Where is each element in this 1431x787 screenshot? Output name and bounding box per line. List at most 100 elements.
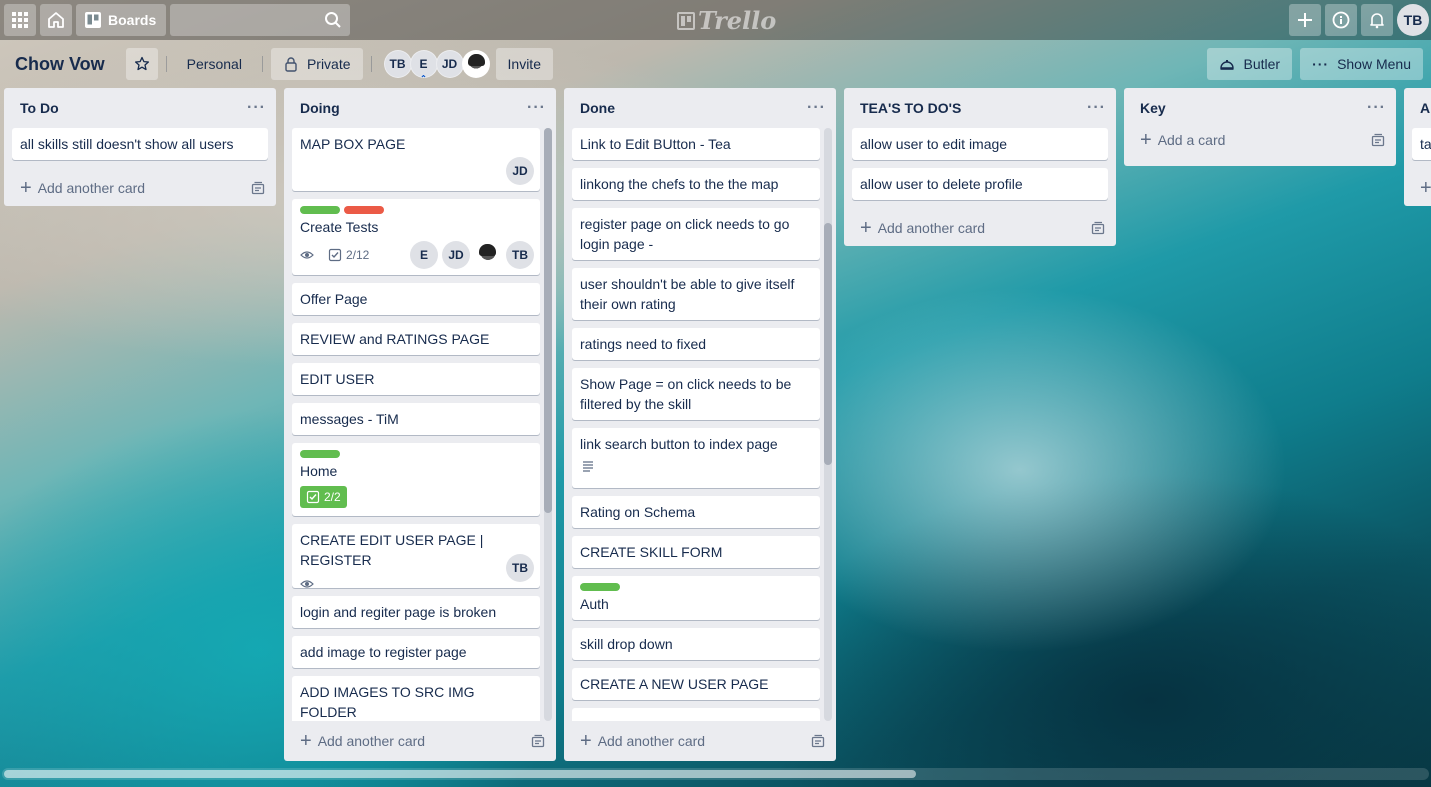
card[interactable]: CREATE EDIT USER PAGE | REGISTER TB <box>292 524 540 588</box>
member-avatar[interactable]: TB <box>383 50 412 78</box>
card-container: MAP BOX PAGE JD Create Tests 2/12 E JD T… <box>284 128 556 721</box>
member-photo-avatar[interactable] <box>461 50 490 78</box>
invite-button[interactable]: Invite <box>495 48 553 80</box>
list-title[interactable]: TEA'S TO DO'S <box>860 100 961 116</box>
boards-button[interactable]: Boards <box>76 4 167 36</box>
member-avatar[interactable]: TB <box>506 554 534 582</box>
trello-logo-icon <box>677 11 695 30</box>
visibility-button[interactable]: Private <box>270 48 363 80</box>
card[interactable]: ta <box>1412 128 1431 160</box>
add-card-row[interactable]: + Add another card <box>844 208 1116 246</box>
card-title: EDIT USER <box>300 371 375 387</box>
member-avatar[interactable]: TB <box>506 241 534 269</box>
member-avatar[interactable]: JD <box>442 241 470 269</box>
add-card-row[interactable]: + Add another card <box>564 721 836 761</box>
list-header[interactable]: Key ··· <box>1124 88 1396 128</box>
card[interactable]: Show Page = on click needs to be filtere… <box>572 368 820 420</box>
card[interactable]: Create Tests 2/12 E JD TB <box>292 199 540 275</box>
add-card-row[interactable]: + <box>1404 168 1431 206</box>
card[interactable]: ratings need to fixed <box>572 328 820 360</box>
card[interactable]: ADD IMAGES TO SRC IMG FOLDER <box>292 676 540 721</box>
member-avatar[interactable]: E <box>410 241 438 269</box>
card[interactable]: login and regiter page is broken <box>292 596 540 628</box>
member-photo-avatar[interactable] <box>474 241 502 269</box>
card[interactable]: allow user to delete profile <box>852 168 1108 200</box>
card[interactable]: all skills still doesn't show all users <box>12 128 268 160</box>
label-green[interactable] <box>580 583 620 591</box>
label-green[interactable] <box>300 206 340 214</box>
card[interactable]: REVIEW and RATINGS PAGE <box>292 323 540 355</box>
add-card-row[interactable]: + Add a card <box>1124 124 1396 156</box>
card[interactable]: Auth <box>572 576 820 620</box>
card[interactable]: linkong the chefs to the the map <box>572 168 820 200</box>
card[interactable]: register page on click needs to go login… <box>572 208 820 260</box>
checklist-count: 2/2 <box>324 490 341 504</box>
list-scrollbar-thumb[interactable] <box>544 128 552 513</box>
list-menu-icon[interactable]: ··· <box>247 100 266 116</box>
card[interactable]: skill drop down <box>572 628 820 660</box>
label-red[interactable] <box>344 206 384 214</box>
list-title[interactable]: Al <box>1420 100 1431 116</box>
add-card-row[interactable]: + Add another card <box>4 168 276 206</box>
list-scrollbar-thumb[interactable] <box>824 223 832 465</box>
home-button[interactable] <box>40 4 72 36</box>
card-title: skill drop down <box>580 636 673 652</box>
member-avatar[interactable]: JD <box>506 157 534 185</box>
board-horizontal-scrollbar[interactable] <box>2 768 1429 780</box>
search-field[interactable] <box>170 4 351 36</box>
notifications-button[interactable] <box>1361 4 1393 36</box>
board-scrollbar-thumb[interactable] <box>4 770 916 778</box>
card-template-icon[interactable] <box>250 180 266 196</box>
list-menu-icon[interactable]: ··· <box>1087 100 1106 116</box>
list-header[interactable]: Al <box>1404 88 1431 128</box>
list-menu-icon[interactable]: ··· <box>1367 100 1386 116</box>
info-button[interactable] <box>1325 4 1357 36</box>
list-header[interactable]: To Do ··· <box>4 88 276 128</box>
card-title: Offer Page <box>300 291 368 307</box>
user-avatar[interactable]: TB <box>1397 4 1429 36</box>
list-menu-icon[interactable]: ··· <box>807 100 826 116</box>
create-button[interactable] <box>1289 4 1321 36</box>
member-avatar[interactable]: JD <box>435 50 464 78</box>
card[interactable]: CREATE SKILL FORM <box>572 536 820 568</box>
card[interactable]: EDIT USER <box>292 363 540 395</box>
list-title[interactable]: Key <box>1140 100 1166 116</box>
butler-button[interactable]: Butler <box>1207 48 1293 80</box>
list-menu-icon[interactable]: ··· <box>527 100 546 116</box>
card-partial[interactable] <box>572 708 820 721</box>
card-template-icon[interactable] <box>1090 220 1106 236</box>
member-avatar[interactable]: E ⌃ <box>409 50 438 83</box>
label-green[interactable] <box>300 450 340 458</box>
card[interactable]: Offer Page <box>292 283 540 315</box>
board-title[interactable]: Chow Vow <box>8 54 112 75</box>
card[interactable]: Rating on Schema <box>572 496 820 528</box>
list-scrollbar-track[interactable] <box>824 128 832 721</box>
list-title[interactable]: Done <box>580 100 615 116</box>
show-menu-button[interactable]: ··· Show Menu <box>1300 48 1423 80</box>
list-title[interactable]: Doing <box>300 100 340 116</box>
card[interactable]: add image to register page <box>292 636 540 668</box>
list-header[interactable]: Doing ··· <box>284 88 556 128</box>
card[interactable]: user shouldn't be able to give itself th… <box>572 268 820 320</box>
card[interactable]: messages - TiM <box>292 403 540 435</box>
trello-logo[interactable]: Trello <box>677 6 776 35</box>
list-header[interactable]: Done ··· <box>564 88 836 128</box>
list-header[interactable]: TEA'S TO DO'S ··· <box>844 88 1116 128</box>
card-template-icon[interactable] <box>810 733 826 749</box>
list-scrollbar-track[interactable] <box>544 128 552 721</box>
card[interactable]: CREATE A NEW USER PAGE <box>572 668 820 700</box>
card[interactable]: MAP BOX PAGE JD <box>292 128 540 191</box>
list-title[interactable]: To Do <box>20 100 59 116</box>
card-template-icon[interactable] <box>1370 132 1386 148</box>
add-card-row[interactable]: + Add another card <box>284 721 556 761</box>
apps-grid-button[interactable] <box>4 4 36 36</box>
team-button[interactable]: Personal <box>175 48 254 80</box>
card[interactable]: Link to Edit BUtton - Tea <box>572 128 820 160</box>
plus-icon: + <box>300 730 312 752</box>
card[interactable]: allow user to edit image <box>852 128 1108 160</box>
star-board-button[interactable] <box>125 48 158 80</box>
card[interactable]: Home 2/2 <box>292 443 540 516</box>
card[interactable]: link search button to index page <box>572 428 820 488</box>
card-template-icon[interactable] <box>530 733 546 749</box>
search-input[interactable] <box>170 4 351 36</box>
